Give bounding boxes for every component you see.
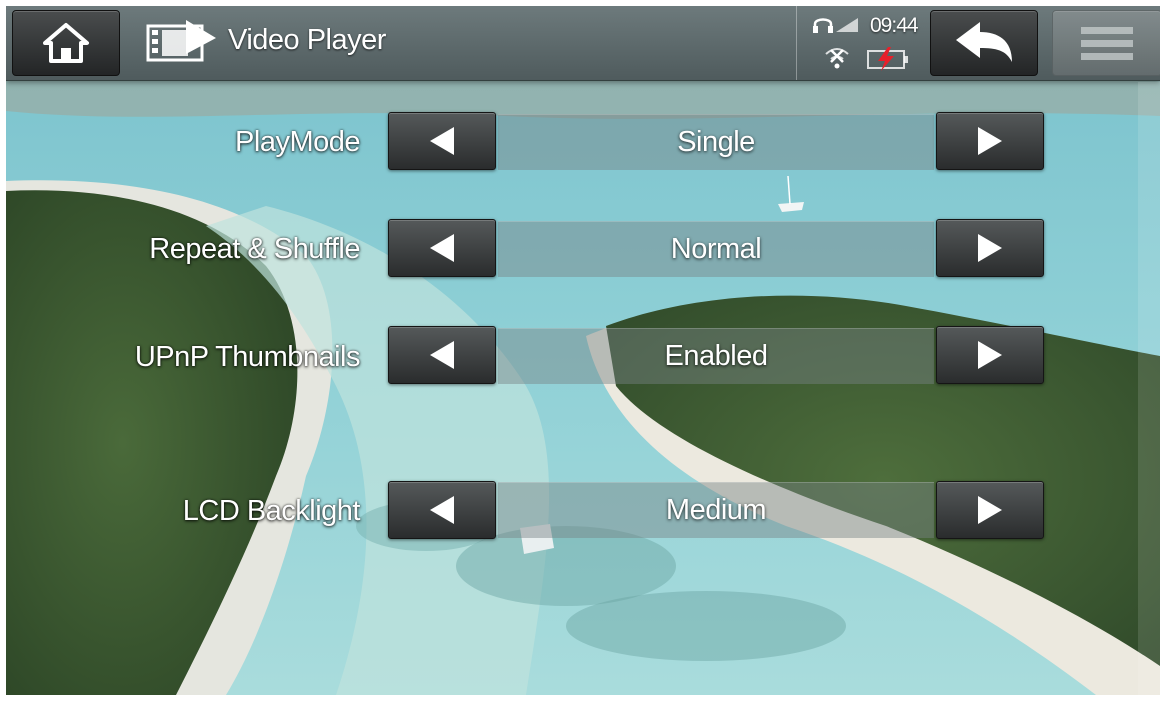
home-icon: [43, 23, 89, 63]
playmode-value: Single: [677, 126, 755, 158]
repeat-shuffle-next-button[interactable]: [936, 219, 1044, 277]
upnp-thumbnails-prev-button[interactable]: [388, 326, 496, 384]
arrow-left-icon: [430, 341, 454, 369]
lcd-backlight-value: Medium: [665, 494, 767, 526]
home-button[interactable]: [12, 10, 120, 76]
arrow-left-icon: [430, 234, 454, 262]
repeat-shuffle-label: Repeat & Shuffle: [149, 233, 360, 265]
back-arrow-icon: [956, 22, 1012, 62]
arrow-right-icon: [978, 234, 1002, 262]
arrow-left-icon: [430, 496, 454, 524]
signal-bars-icon: [836, 18, 858, 32]
scroll-edge: [1138, 82, 1160, 695]
upnp-thumbnails-label: UPnP Thumbnails: [134, 341, 361, 373]
playmode-prev-button[interactable]: [388, 112, 496, 170]
upnp-thumbnails-value: Enabled: [664, 340, 768, 372]
lcd-backlight-next-button[interactable]: [936, 481, 1044, 539]
video-player-icon: [146, 20, 216, 62]
app-title: Video Player: [228, 24, 386, 56]
menu-icon: [1081, 27, 1133, 60]
back-button[interactable]: [930, 10, 1038, 76]
repeat-shuffle-value: Normal: [670, 233, 762, 265]
battery-charging-icon: [867, 47, 908, 71]
lcd-backlight-label: LCD Backlight: [182, 495, 361, 527]
arrow-right-icon: [978, 341, 1002, 369]
screen: Video Player 09:44 PlayMode Single Repea…: [6, 6, 1160, 695]
playmode-next-button[interactable]: [936, 112, 1044, 170]
repeat-shuffle-prev-button[interactable]: [388, 219, 496, 277]
status-clock: 09:44: [870, 14, 919, 37]
lcd-backlight-prev-button[interactable]: [388, 481, 496, 539]
header-bar: Video Player 09:44: [6, 6, 1160, 81]
wifi-off-icon: [825, 48, 849, 69]
arrow-right-icon: [978, 496, 1002, 524]
upnp-thumbnails-next-button[interactable]: [936, 326, 1044, 384]
headphones-icon: [813, 18, 833, 33]
arrow-right-icon: [978, 127, 1002, 155]
playmode-label: PlayMode: [235, 126, 360, 158]
arrow-left-icon: [430, 127, 454, 155]
menu-button[interactable]: [1052, 10, 1160, 76]
